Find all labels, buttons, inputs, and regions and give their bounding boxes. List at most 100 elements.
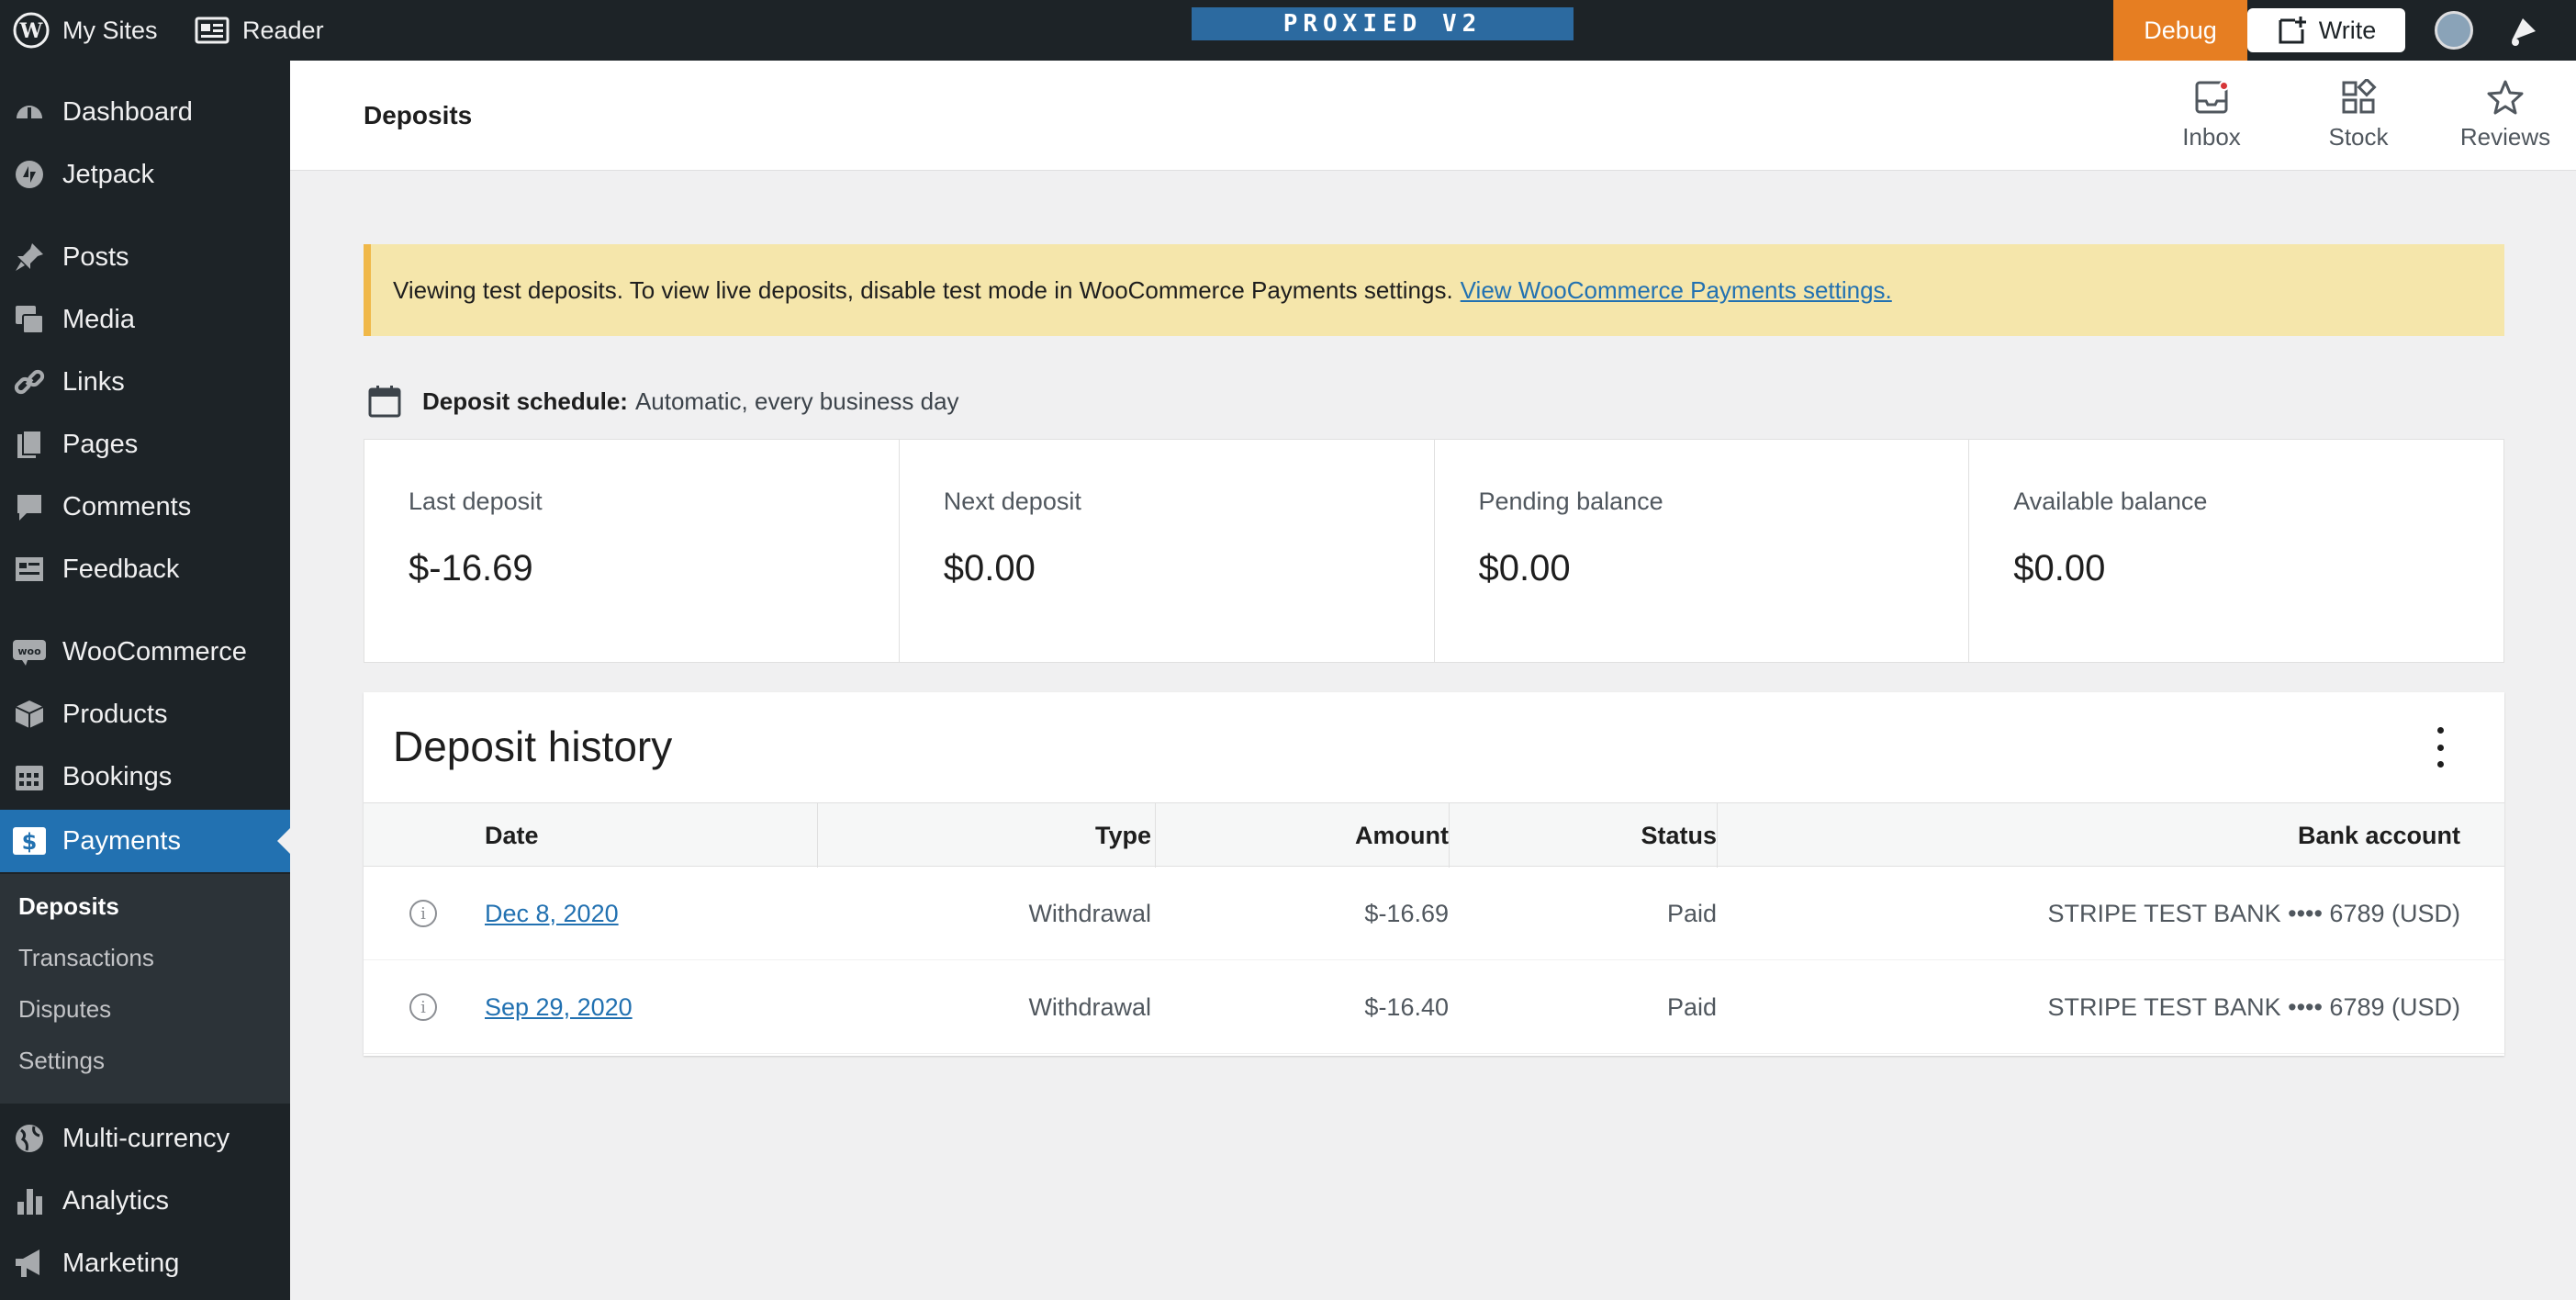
box-icon [13,698,46,731]
unread-dot [2219,81,2229,91]
schedule-value: Automatic, every business day [634,387,959,415]
column-header-date[interactable]: Date [485,803,539,868]
column-header-type[interactable]: Type [817,803,1195,868]
card-value: $0.00 [943,548,1036,588]
calendar-icon [368,386,401,418]
submenu-item-deposits[interactable]: Deposits [18,892,119,921]
sidebar-item-jetpack[interactable]: Jetpack [0,143,290,206]
deposit-type: Withdrawal [1028,899,1151,927]
card-value: $0.00 [1478,548,1571,588]
sidebar-item-dashboard[interactable]: Dashboard [0,81,290,143]
column-header-status[interactable]: Status [1449,803,1761,868]
write-label: Write [2318,16,2377,44]
sidebar-item-feedback[interactable]: Feedback [0,538,290,600]
card-value: $0.00 [2013,548,2106,588]
sidebar-item-pages[interactable]: Pages [0,413,290,476]
deposit-amount: $-16.69 [1364,899,1449,927]
sidebar: Dashboard Jetpack Posts Media Links Page… [0,61,290,1300]
summary-card-available-balance: Available balance $0.00 [1969,440,2503,662]
sidebar-item-label: Marketing [62,1248,180,1278]
sidebar-item-label: Pages [62,429,139,459]
card-label: Next deposit [943,488,1081,515]
debug-button[interactable]: Debug [2113,0,2247,61]
payments-submenu: Deposits Transactions Disputes Settings [0,874,290,1104]
my-sites-label: My Sites [62,16,158,44]
admin-bar: W My Sites Reader PROXIED V2 Debug Write [0,0,2576,61]
deposit-bank-account: STRIPE TEST BANK •••• 6789 (USD) [2047,899,2460,927]
reviews-label: Reviews [2459,123,2551,151]
pin-icon [13,241,46,274]
summary-card-pending-balance: Pending balance $0.00 [1435,440,1970,662]
wordpress-icon: W [13,12,50,49]
sidebar-item-media[interactable]: Media [0,288,290,351]
sidebar-item-label: Links [62,366,125,397]
sidebar-item-bookings[interactable]: Bookings [0,745,290,808]
page-title: Deposits [364,101,473,129]
sidebar-item-label: Products [62,699,168,729]
sidebar-item-analytics[interactable]: Analytics [0,1170,290,1232]
sidebar-item-label: Dashboard [62,96,193,127]
card-value: $-16.69 [409,548,533,588]
deposit-date-link[interactable]: Dec 8, 2020 [485,900,619,928]
info-icon: i [409,900,437,927]
sidebar-item-label: Comments [62,491,192,521]
write-button[interactable]: Write [2247,8,2405,52]
column-header-bank-account: Bank account [2297,821,2460,849]
summary-card-next-deposit: Next deposit $0.00 [900,440,1435,662]
table-row: i Sep 29, 2020 Withdrawal $-16.40 Paid S… [364,960,2504,1054]
reviews-button[interactable]: Reviews [2446,79,2565,162]
sidebar-item-links[interactable]: Links [0,351,290,413]
sidebar-item-multi-currency[interactable]: Multi-currency [0,1107,290,1170]
sidebar-item-woocommerce[interactable]: woo WooCommerce [0,621,290,683]
test-mode-notice: Viewing test deposits. To view live depo… [364,244,2504,336]
deposit-history-panel: Deposit history Date Type Amount Status … [364,692,2504,1056]
jetpack-icon [13,158,46,191]
bar-chart-icon [13,1184,46,1217]
active-indicator [277,828,290,854]
stock-label: Stock [2328,123,2389,151]
deposit-bank-account: STRIPE TEST BANK •••• 6789 (USD) [2047,992,2460,1021]
info-icon: i [409,993,437,1021]
row-details-button[interactable]: i [409,867,437,960]
inbox-button[interactable]: Inbox [2152,79,2271,162]
avatar[interactable] [2435,11,2473,50]
deposit-summary: Last deposit $-16.69 Next deposit $0.00 … [364,439,2504,663]
sidebar-item-payments[interactable]: $ Payments [0,810,290,872]
notifications-icon[interactable] [2506,13,2541,48]
submenu-item-transactions[interactable]: Transactions [18,944,154,972]
link-icon [13,365,46,398]
row-details-button[interactable]: i [409,960,437,1054]
star-icon [2487,80,2524,115]
table-header: Date Type Amount Status Bank account [364,802,2504,868]
sidebar-item-label: Jetpack [62,159,154,189]
submenu-item-disputes[interactable]: Disputes [18,995,111,1024]
sidebar-item-posts[interactable]: Posts [0,226,290,288]
comment-icon [13,490,46,523]
stock-button[interactable]: Stock [2299,79,2418,162]
dollar-icon: $ [13,824,46,857]
deposit-status: Paid [1666,992,1717,1021]
reader-label: Reader [242,16,324,44]
column-header-amount[interactable]: Amount [1155,803,1493,868]
my-sites-link[interactable]: W My Sites [13,0,158,61]
sidebar-item-label: Analytics [62,1185,170,1216]
submenu-item-settings[interactable]: Settings [18,1047,105,1075]
sidebar-item-label: Payments [62,825,181,856]
sidebar-item-comments[interactable]: Comments [0,476,290,538]
svg-text:$: $ [22,829,38,855]
sidebar-item-products[interactable]: Products [0,683,290,745]
summary-card-last-deposit: Last deposit $-16.69 [364,440,900,662]
reader-link[interactable]: Reader [195,0,324,61]
more-options-button[interactable] [2431,727,2449,768]
feedback-icon [13,553,46,586]
table-row: i Dec 8, 2020 Withdrawal $-16.69 Paid ST… [364,867,2504,960]
deposit-amount: $-16.40 [1364,992,1449,1021]
card-label: Pending balance [1478,488,1663,515]
dashboard-icon [13,95,46,129]
notice-text: Viewing test deposits. To view live depo… [393,275,1453,304]
sidebar-item-marketing[interactable]: Marketing [0,1232,290,1294]
deposit-date-link[interactable]: Sep 29, 2020 [485,993,633,1022]
sidebar-item-label: Feedback [62,554,180,584]
sidebar-item-label: Posts [62,241,129,272]
payments-settings-link[interactable]: View WooCommerce Payments settings. [1461,276,1892,305]
